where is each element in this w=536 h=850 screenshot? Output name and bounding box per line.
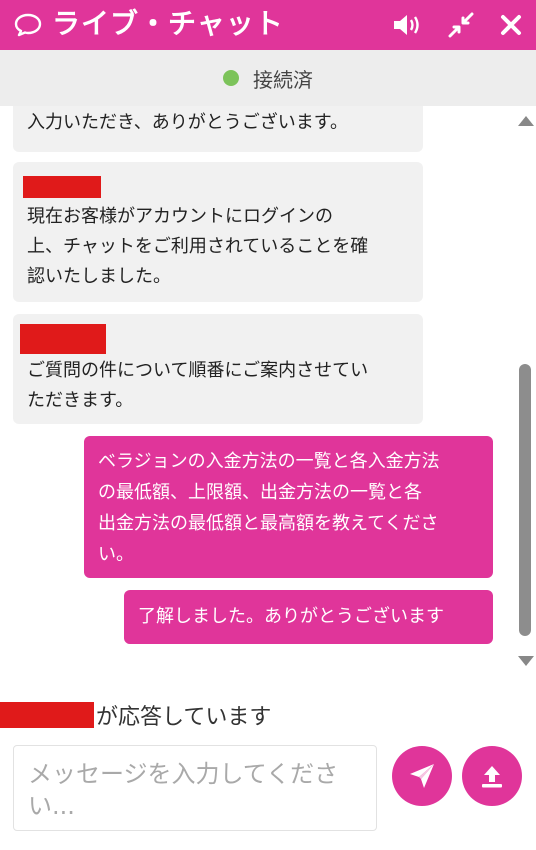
message-line: 出金方法の最低額と最高額を教えてくださ	[98, 513, 439, 534]
message-line: ご質問の件について順番にご案内させてい	[27, 360, 369, 381]
input-placeholder-line: い...	[28, 792, 75, 820]
close-icon	[501, 15, 521, 35]
minimize-icon	[448, 12, 474, 38]
message-line: 上、チャットをご利用されていることを確	[27, 236, 369, 257]
chat-title: ライブ・チャット	[52, 7, 284, 40]
user-message: 了解しました。ありがとうございます	[124, 590, 493, 644]
close-button[interactable]	[496, 10, 526, 40]
minimize-button[interactable]	[446, 10, 476, 40]
message-line: 現在お客様がアカウントにログインの	[27, 206, 333, 227]
agent-message: 入力いただき、ありがとうございます。	[13, 106, 423, 152]
typing-indicator: が応答しています	[0, 698, 271, 732]
redacted-sender-name	[20, 324, 106, 354]
scrollbar-thumb[interactable]	[519, 364, 531, 636]
sound-toggle-button[interactable]	[392, 10, 422, 40]
message-line: の最低額、上限額、出金方法の一覧と各	[98, 482, 422, 503]
message-line: い。	[98, 544, 134, 565]
message-line: 認いたしました。	[27, 266, 171, 287]
redacted-agent-name	[0, 702, 94, 728]
chat-bubble-icon	[14, 13, 42, 37]
upload-icon	[482, 766, 502, 788]
connection-status-bar: 接続済	[0, 50, 536, 106]
user-message: ベラジョンの入金方法の一覧と各入金方法 の最低額、上限額、出金方法の一覧と各 出…	[84, 436, 493, 578]
speaker-icon	[394, 15, 419, 35]
send-icon	[410, 764, 434, 788]
message-line: 了解しました。ありがとうございます	[138, 606, 444, 627]
upload-button[interactable]	[462, 746, 522, 806]
scroll-down-arrow-icon[interactable]	[518, 656, 534, 666]
status-dot-icon	[223, 70, 239, 86]
scroll-up-arrow-icon[interactable]	[518, 116, 534, 126]
message-line: ベラジョンの入金方法の一覧と各入金方法	[98, 451, 440, 472]
message-input[interactable]: メッセージを入力してくださ い...	[13, 745, 377, 831]
message-list[interactable]: 入力いただき、ありがとうございます。 現在お客様がアカウントにログインの 上、チ…	[0, 106, 510, 672]
message-line: ただきます。	[27, 390, 134, 411]
send-button[interactable]	[392, 746, 452, 806]
redacted-sender-name	[23, 176, 101, 198]
connection-status-text: 接続済	[253, 67, 313, 92]
typing-indicator-text: が応答しています	[96, 705, 272, 730]
message-scrollbar[interactable]	[514, 106, 536, 672]
message-line: 入力いただき、ありがとうございます。	[27, 112, 348, 133]
agent-message: 現在お客様がアカウントにログインの 上、チャットをご利用されていることを確 認い…	[13, 162, 423, 302]
agent-message: ご質問の件について順番にご案内させてい ただきます。	[13, 314, 423, 424]
input-placeholder-line: メッセージを入力してくださ	[28, 760, 339, 788]
chat-header: ライブ・チャット	[0, 0, 536, 50]
